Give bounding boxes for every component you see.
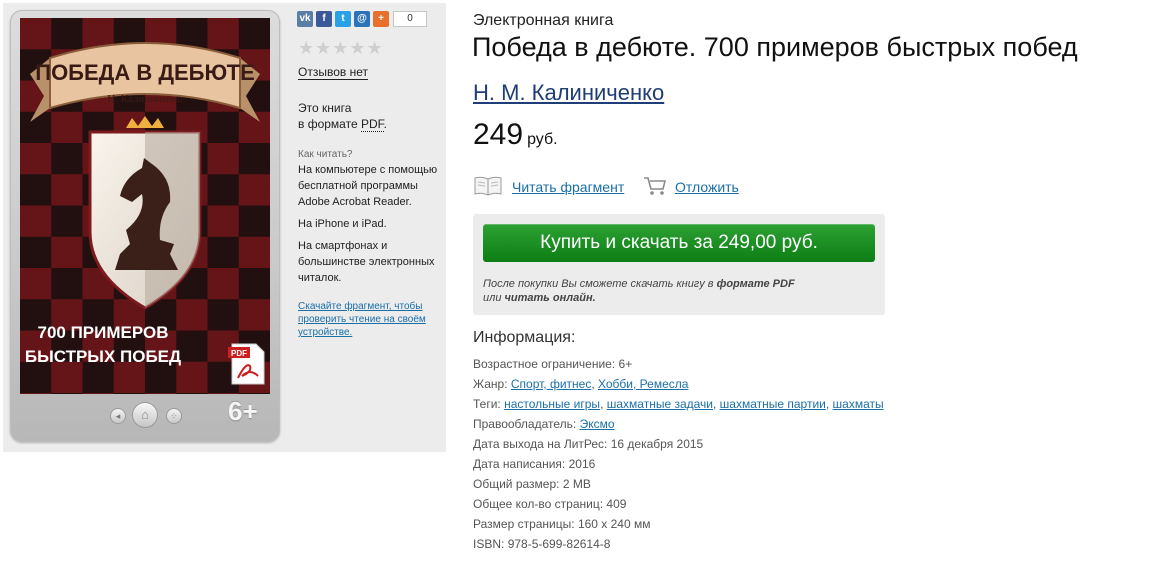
- book-cover-art: ПОБЕДА В ДЕБЮТЕ Н. Калиниченко 700 ПРИМЕ…: [20, 18, 270, 394]
- genre-link[interactable]: Хобби, Ремесла: [598, 377, 688, 391]
- share-counter: 0: [393, 11, 427, 27]
- how-to-read-computer: На компьютере с помощью бесплатной прогр…: [298, 164, 438, 208]
- purchase-note-format: формате PDF: [716, 278, 795, 290]
- open-book-icon: [473, 175, 503, 200]
- info-pages: Общее кол-во страниц: 409: [473, 497, 627, 511]
- purchase-note-prefix: После покупки Вы сможете скачать книгу в: [483, 278, 717, 290]
- format-info-prefix: в формате: [298, 117, 361, 131]
- pdf-badge-label: PDF: [231, 349, 247, 358]
- info-rights: Правообладатель: Эксмо: [473, 417, 615, 431]
- rating-stars[interactable]: ★★★★★: [298, 38, 384, 59]
- purchase-note: После покупки Вы сможете скачать книгу в…: [483, 277, 875, 305]
- cover-subtitle-line2: БЫСТРЫХ ПОБЕД: [25, 347, 181, 366]
- info-heading: Информация:: [473, 329, 576, 346]
- format-info: Это книга в формате PDF.: [298, 100, 438, 132]
- info-tags: Теги: настольные игры, шахматные задачи,…: [473, 397, 884, 411]
- reader-home-button[interactable]: ⌂: [132, 402, 158, 428]
- price-currency: руб.: [527, 131, 558, 148]
- author-link[interactable]: Н. М. Калиниченко: [473, 80, 664, 106]
- how-to-read-phones: На смартфонах и большинстве электронных …: [298, 240, 435, 284]
- genre-link[interactable]: Спорт, фитнес: [511, 377, 591, 391]
- price: 249 руб.: [473, 118, 558, 152]
- facebook-share-icon[interactable]: f: [316, 11, 332, 27]
- postpone-link[interactable]: Отложить: [675, 179, 739, 195]
- tag-link[interactable]: шахматные задачи: [607, 397, 713, 411]
- download-fragment-link[interactable]: Скачайте фрагмент, чтобы проверить чтени…: [298, 301, 426, 338]
- vk-share-icon[interactable]: vk: [297, 11, 313, 27]
- book-title: Победа в дебюте. 700 примеров быстрых по…: [472, 32, 1078, 62]
- purchase-note-online: читать онлайн.: [504, 292, 596, 304]
- info-isbn: ISBN: 978-5-699-82614-8: [473, 537, 611, 551]
- how-to-read-iphone: На iPhone и iPad.: [298, 218, 387, 230]
- age-rating-badge: 6+: [228, 396, 258, 426]
- info-size: Общий размер: 2 MB: [473, 477, 591, 491]
- tag-link[interactable]: шахматные партии: [720, 397, 826, 411]
- purchase-box: Купить и скачать за 249,00 руб. После по…: [473, 214, 885, 315]
- how-to-read: Как читать? На компьютере с помощью бесп…: [298, 148, 438, 339]
- cart-icon: [643, 175, 667, 200]
- tag-link[interactable]: настольные игры: [504, 397, 600, 411]
- buy-download-button[interactable]: Купить и скачать за 249,00 руб.: [483, 224, 875, 262]
- info-release-date: Дата выхода на ЛитРес: 16 декабря 2015: [473, 437, 704, 451]
- purchase-note-or: или: [483, 292, 505, 304]
- reader-prev-button[interactable]: ◂: [110, 408, 126, 424]
- tag-link[interactable]: шахматы: [833, 397, 884, 411]
- book-cover[interactable]: ПОБЕДА В ДЕБЮТЕ Н. Калиниченко 700 ПРИМЕ…: [20, 18, 270, 394]
- format-info-line1: Это книга: [298, 101, 352, 115]
- reader-menu-button[interactable]: ⁘: [166, 408, 182, 424]
- info-written-date: Дата написания: 2016: [473, 457, 596, 471]
- format-link[interactable]: PDF: [360, 117, 384, 132]
- how-to-read-heading: Как читать?: [298, 149, 353, 160]
- more-share-icon[interactable]: +: [373, 11, 389, 27]
- cover-banner-title: ПОБЕДА В ДЕБЮТЕ: [35, 60, 255, 85]
- info-page-size: Размер страницы: 160 x 240 мм: [473, 517, 651, 531]
- read-fragment-link[interactable]: Читать фрагмент: [512, 179, 624, 195]
- format-info-suffix: .: [383, 117, 387, 131]
- price-value: 249: [473, 118, 524, 151]
- info-list: Возрастное ограничение: 6+ Жанр: Спорт, …: [473, 354, 884, 554]
- twitter-share-icon[interactable]: t: [335, 11, 351, 27]
- reviews-link[interactable]: Отзывов нет: [298, 65, 368, 80]
- cover-subtitle-line1: 700 ПРИМЕРОВ: [38, 323, 169, 342]
- rights-holder-link[interactable]: Эксмо: [580, 417, 615, 431]
- info-genre: Жанр: Спорт, фитнес, Хобби, Ремесла: [473, 377, 689, 391]
- book-type-label: Электронная книга: [473, 12, 614, 29]
- info-age: Возрастное ограничение: 6+: [473, 357, 633, 371]
- ereader-frame: ПОБЕДА В ДЕБЮТЕ Н. Калиниченко 700 ПРИМЕ…: [10, 10, 280, 442]
- reader-controls: ◂ ⌂ ⁘ 6+: [10, 396, 280, 438]
- cover-author: Н. Калиниченко: [107, 93, 183, 105]
- pdf-file-icon: PDF: [228, 343, 265, 385]
- mail-share-icon[interactable]: @: [354, 11, 370, 27]
